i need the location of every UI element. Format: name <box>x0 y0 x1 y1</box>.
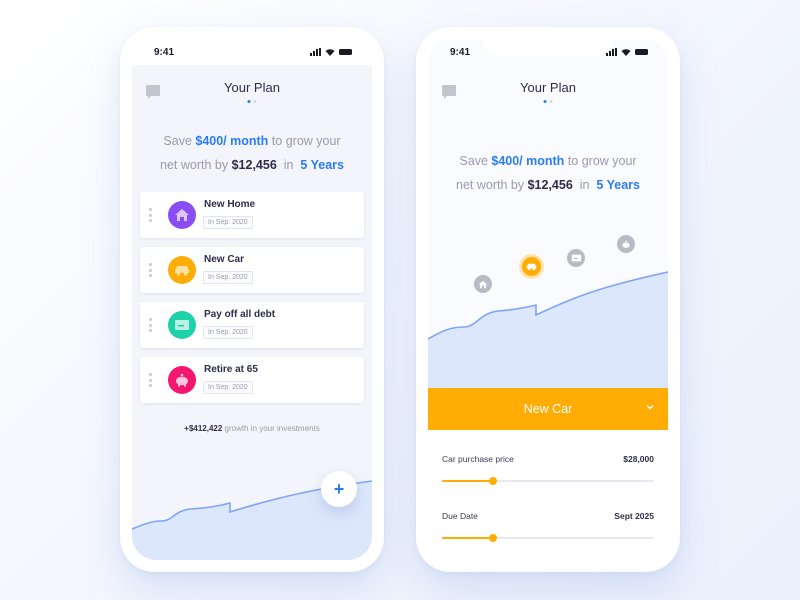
credit-card-icon <box>168 311 196 339</box>
goal-title: Retire at 65 <box>204 364 258 375</box>
battery-icon <box>339 49 352 55</box>
headline-text: net worth by <box>160 158 232 172</box>
signal-icon <box>606 48 617 56</box>
top-bar: Your Plan <box>428 65 668 115</box>
top-bar: Your Plan <box>132 65 372 115</box>
notch <box>484 39 612 55</box>
screen-plan-list: 9:41 Your Plan Save $400/ month to grow … <box>132 39 372 560</box>
headline-text: net worth by <box>456 178 528 192</box>
net-worth-amount: $12,456 <box>231 158 277 172</box>
goal-date-badge: In Sep. 2020 <box>203 381 253 394</box>
years-value: 5 Years <box>300 158 344 172</box>
headline-text: to grow your <box>564 154 637 168</box>
status-bar: 9:41 <box>428 39 668 65</box>
monthly-period: month <box>226 134 269 148</box>
headline-text: in <box>276 158 301 172</box>
phone-goal-detail: 9:41 Your Plan Save $400/ month to grow … <box>416 27 680 572</box>
milestone-retire[interactable] <box>617 235 635 253</box>
goal-detail-panel: Car purchase price $28,000 Due Date Sept… <box>428 430 668 560</box>
drag-handle-icon[interactable] <box>149 208 152 222</box>
page-title: Your Plan <box>224 80 280 95</box>
monthly-amount: $400/ <box>195 134 227 148</box>
goal-date-badge: In Sep. 2020 <box>203 326 253 339</box>
house-icon <box>478 280 488 288</box>
status-bar: 9:41 <box>132 39 372 65</box>
wifi-icon <box>621 49 631 56</box>
milestone-new-car[interactable] <box>522 257 541 276</box>
milestone-new-home[interactable] <box>474 275 492 293</box>
goal-card-retire[interactable]: Retire at 65 In Sep. 2020 <box>140 357 364 403</box>
piggy-bank-icon <box>168 366 196 394</box>
credit-card-icon <box>571 254 581 262</box>
due-date-label: Due Date <box>442 511 478 521</box>
wifi-icon <box>325 49 335 56</box>
goal-title: Pay off all debt <box>204 309 276 320</box>
screen-goal-detail: 9:41 Your Plan Save $400/ month to grow … <box>428 39 668 560</box>
page-dot-active[interactable] <box>543 100 547 103</box>
page-indicator[interactable] <box>247 100 257 103</box>
slider-fill <box>442 480 493 482</box>
slider-fill <box>442 537 493 539</box>
goal-title: New Car <box>204 254 245 265</box>
goal-card-pay-off-debt[interactable]: Pay off all debt In Sep. 2020 <box>140 302 364 348</box>
status-time: 9:41 <box>450 46 471 58</box>
investment-growth: +$412,422 growth in your investments <box>132 424 372 433</box>
savings-headline: Save $400/ month to grow your net worth … <box>428 149 668 197</box>
milestone-pay-off-debt[interactable] <box>567 249 585 267</box>
years-value: 5 Years <box>596 178 640 192</box>
slider-thumb[interactable] <box>488 477 497 485</box>
car-price-label: Car purchase price <box>442 454 514 464</box>
goal-card-new-home[interactable]: New Home In Sep. 2020 <box>140 192 364 238</box>
due-date-slider[interactable] <box>442 534 654 542</box>
goal-date-badge: In Sep. 2020 <box>203 216 253 229</box>
drag-handle-icon[interactable] <box>149 263 152 277</box>
growth-chart-area <box>428 272 668 389</box>
phone-plan-list: 9:41 Your Plan Save $400/ month to grow … <box>120 27 384 572</box>
page-dot-active[interactable] <box>247 100 251 103</box>
add-goal-button[interactable]: + <box>321 471 357 507</box>
growth-text: growth in your investments <box>222 424 320 433</box>
savings-headline: Save $400/ month to grow your net worth … <box>132 129 372 177</box>
monthly-period: month <box>522 154 565 168</box>
selected-goal-label: New Car <box>523 402 573 416</box>
page-indicator[interactable] <box>543 100 553 103</box>
car-price-value: $28,000 <box>623 454 654 464</box>
piggy-bank-icon <box>622 240 630 248</box>
headline-text: Save <box>459 154 492 168</box>
page-title: Your Plan <box>520 80 576 95</box>
car-icon <box>168 256 196 284</box>
drag-handle-icon[interactable] <box>149 318 152 332</box>
growth-amount: +$412,422 <box>184 424 223 433</box>
chevron-down-icon[interactable] <box>646 403 654 411</box>
growth-chart <box>428 271 668 389</box>
notch <box>188 39 316 55</box>
drag-handle-icon[interactable] <box>149 373 152 387</box>
signal-icon <box>310 48 321 56</box>
net-worth-amount: $12,456 <box>527 178 573 192</box>
page-dot[interactable] <box>549 100 553 103</box>
slider-thumb[interactable] <box>488 534 497 542</box>
headline-text: to grow your <box>268 134 341 148</box>
goal-card-new-car[interactable]: New Car In Sep. 2020 <box>140 247 364 293</box>
headline-text: Save <box>163 134 196 148</box>
goal-date-badge: In Sep. 2020 <box>203 271 253 284</box>
house-icon <box>168 201 196 229</box>
headline-text: in <box>572 178 597 192</box>
car-price-slider[interactable] <box>442 477 654 485</box>
page-dot[interactable] <box>253 100 257 103</box>
due-date-value: Sept 2025 <box>614 511 654 521</box>
status-time: 9:41 <box>154 46 175 58</box>
goal-selector-dropdown[interactable]: New Car <box>428 388 668 430</box>
car-icon <box>526 263 537 271</box>
goal-title: New Home <box>204 199 256 210</box>
battery-icon <box>635 49 648 55</box>
monthly-amount: $400/ <box>491 154 523 168</box>
